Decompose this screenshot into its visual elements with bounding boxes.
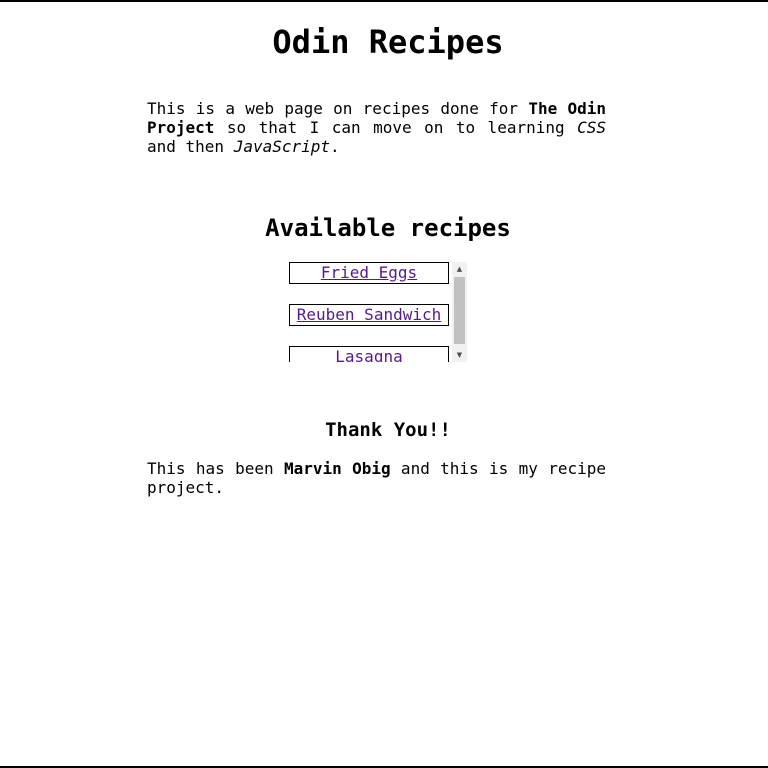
- recipe-link-lasagna[interactable]: Lasagna: [335, 347, 402, 362]
- list-item: Reuben Sandwich: [289, 304, 449, 326]
- recipe-link-fried-eggs[interactable]: Fried Eggs: [321, 263, 417, 282]
- outro-paragraph: This has been Marvin Obig and this is my…: [147, 459, 606, 497]
- chevron-down-icon[interactable]: ▼: [452, 348, 467, 362]
- scrollbar-thumb[interactable]: [454, 277, 465, 344]
- list-item: Lasagna: [289, 346, 449, 362]
- recipe-list: Fried Eggs Reuben Sandwich Lasagna: [289, 262, 449, 362]
- intro-javascript: JavaScript: [233, 137, 331, 156]
- intro-text-3: and then: [147, 137, 234, 156]
- chevron-up-icon[interactable]: ▲: [452, 262, 467, 276]
- recipes-heading: Available recipes: [265, 214, 511, 242]
- intro-text-4: .: [330, 137, 340, 156]
- recipe-link-reuben-sandwich[interactable]: Reuben Sandwich: [297, 305, 442, 324]
- intro-text-1: This is a web page on recipes done for: [147, 99, 529, 118]
- outro-text-1: This has been: [147, 459, 284, 478]
- list-item: Fried Eggs: [289, 262, 449, 284]
- page-title: Odin Recipes: [272, 23, 504, 61]
- thank-you-heading: Thank You!!: [325, 419, 451, 441]
- intro-text-2: so that I can move on to learning: [214, 118, 578, 137]
- intro-css: CSS: [577, 118, 606, 137]
- recipe-list-container[interactable]: Fried Eggs Reuben Sandwich Lasagna ▲ ▼: [289, 262, 467, 362]
- intro-paragraph: This is a web page on recipes done for T…: [147, 99, 606, 156]
- recipe-list-scrollbar[interactable]: ▲ ▼: [452, 262, 467, 362]
- outro-author-name: Marvin Obig: [283, 459, 391, 478]
